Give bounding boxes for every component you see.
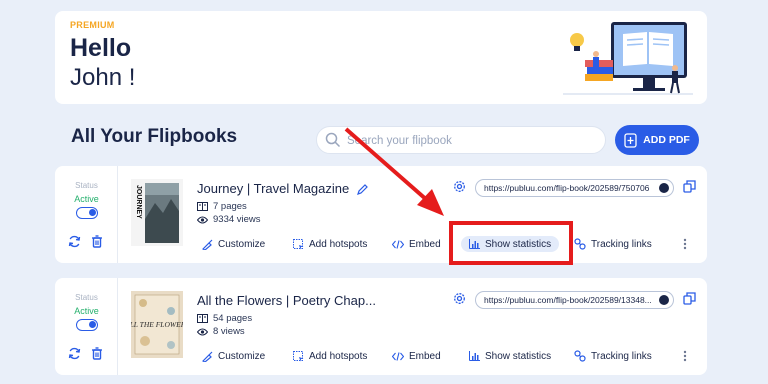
- hotspots-label: Add hotspots: [309, 238, 368, 250]
- tracking-label: Tracking links: [591, 238, 652, 250]
- flipbook-title-text: All the Flowers | Poetry Chap...: [197, 293, 376, 308]
- brush-icon: [202, 351, 213, 362]
- status-label: Status: [75, 293, 98, 302]
- chevron-down-icon: [659, 183, 669, 193]
- customize-label: Customize: [218, 350, 266, 362]
- pages-count: 7 pages: [197, 201, 247, 212]
- premium-badge: PREMIUM: [70, 20, 115, 30]
- eye-icon: [197, 216, 208, 223]
- copy-link-icon[interactable]: [683, 180, 696, 193]
- settings-gear-icon[interactable]: [453, 292, 466, 305]
- cover-text: ALL THE FLOWERS: [131, 320, 183, 329]
- greeting-heading: Hello: [70, 34, 132, 62]
- add-pdf-label: ADD PDF: [643, 134, 690, 146]
- flipbook-title-text: Journey | Travel Magazine: [197, 181, 350, 196]
- reading-illustration: [563, 22, 693, 95]
- brush-icon: [202, 239, 213, 250]
- more-options-icon[interactable]: [683, 238, 687, 250]
- cover-text: JOURNEY: [135, 185, 142, 219]
- embed-button[interactable]: Embed: [392, 236, 441, 252]
- customize-button[interactable]: Customize: [202, 348, 265, 364]
- book-icon: [197, 314, 208, 323]
- refresh-icon[interactable]: [68, 347, 81, 360]
- views-text: 8 views: [213, 326, 245, 337]
- pages-text: 54 pages: [213, 313, 253, 324]
- eye-icon: [197, 328, 208, 335]
- status-column: Status Active: [55, 278, 118, 375]
- add-hotspots-button[interactable]: Add hotspots: [293, 348, 367, 364]
- status-value: Active: [74, 306, 99, 316]
- views-count: 8 views: [197, 326, 245, 337]
- tracking-label: Tracking links: [591, 350, 652, 362]
- edit-pencil-icon[interactable]: [356, 184, 368, 196]
- flipbook-url-select[interactable]: https://publuu.com/flip-book/202589/1334…: [475, 291, 674, 309]
- book-icon: [197, 202, 208, 211]
- user-name: John !: [70, 64, 136, 91]
- status-toggle[interactable]: [76, 319, 98, 331]
- views-text: 9334 views: [213, 214, 261, 225]
- pages-count: 54 pages: [197, 313, 252, 324]
- code-icon: [392, 239, 404, 249]
- show-statistics-button[interactable]: Show statistics: [469, 348, 551, 364]
- flipbook-cover-thumbnail[interactable]: JOURNEY: [131, 179, 183, 246]
- code-icon: [392, 351, 404, 361]
- statistics-highlight-box: [449, 221, 573, 265]
- link-icon: [574, 350, 586, 362]
- add-hotspots-button[interactable]: Add hotspots: [293, 236, 367, 252]
- tracking-links-button[interactable]: Tracking links: [574, 236, 652, 252]
- embed-label: Embed: [409, 350, 441, 362]
- tracking-links-button[interactable]: Tracking links: [574, 348, 652, 364]
- trash-icon[interactable]: [91, 347, 103, 360]
- status-label: Status: [75, 181, 98, 190]
- link-icon: [574, 238, 586, 250]
- embed-button[interactable]: Embed: [392, 348, 441, 364]
- search-input[interactable]: [347, 131, 597, 150]
- flipbook-url: https://publuu.com/flip-book/202589/1334…: [484, 295, 652, 305]
- flipbook-card: Status Active JOURNEY Journey | Travel M…: [55, 166, 707, 263]
- flipbook-url: https://publuu.com/flip-book/202589/7507…: [484, 183, 650, 193]
- welcome-banner: PREMIUM Hello John !: [55, 11, 707, 104]
- flipbook-card: Status Active ALL THE FLOWERS All the Fl…: [55, 278, 707, 375]
- customize-button[interactable]: Customize: [202, 236, 265, 252]
- search-bar[interactable]: [316, 126, 606, 154]
- status-toggle[interactable]: [76, 207, 98, 219]
- flipbook-cover-thumbnail[interactable]: ALL THE FLOWERS: [131, 291, 183, 358]
- add-pdf-button[interactable]: ADD PDF: [615, 125, 699, 155]
- refresh-icon[interactable]: [68, 235, 81, 248]
- hotspots-label: Add hotspots: [309, 350, 368, 362]
- chevron-down-icon: [659, 295, 669, 305]
- pages-text: 7 pages: [213, 201, 247, 212]
- statistics-label: Show statistics: [485, 350, 552, 362]
- search-icon: [325, 132, 341, 148]
- settings-gear-icon[interactable]: [453, 180, 466, 193]
- flipbook-title[interactable]: All the Flowers | Poetry Chap...: [197, 293, 376, 308]
- bar-chart-icon: [469, 351, 480, 361]
- page-title: All Your Flipbooks: [71, 126, 238, 147]
- status-column: Status Active: [55, 166, 118, 263]
- trash-icon[interactable]: [91, 235, 103, 248]
- hotspot-icon: [293, 238, 304, 249]
- upload-icon: [624, 132, 637, 148]
- more-options-icon[interactable]: [683, 350, 687, 362]
- hotspot-icon: [293, 350, 304, 361]
- copy-link-icon[interactable]: [683, 292, 696, 305]
- customize-label: Customize: [218, 238, 266, 250]
- flipbook-url-select[interactable]: https://publuu.com/flip-book/202589/7507…: [475, 179, 674, 197]
- embed-label: Embed: [409, 238, 441, 250]
- status-value: Active: [74, 194, 99, 204]
- views-count: 9334 views: [197, 214, 261, 225]
- flipbook-title[interactable]: Journey | Travel Magazine: [197, 181, 368, 196]
